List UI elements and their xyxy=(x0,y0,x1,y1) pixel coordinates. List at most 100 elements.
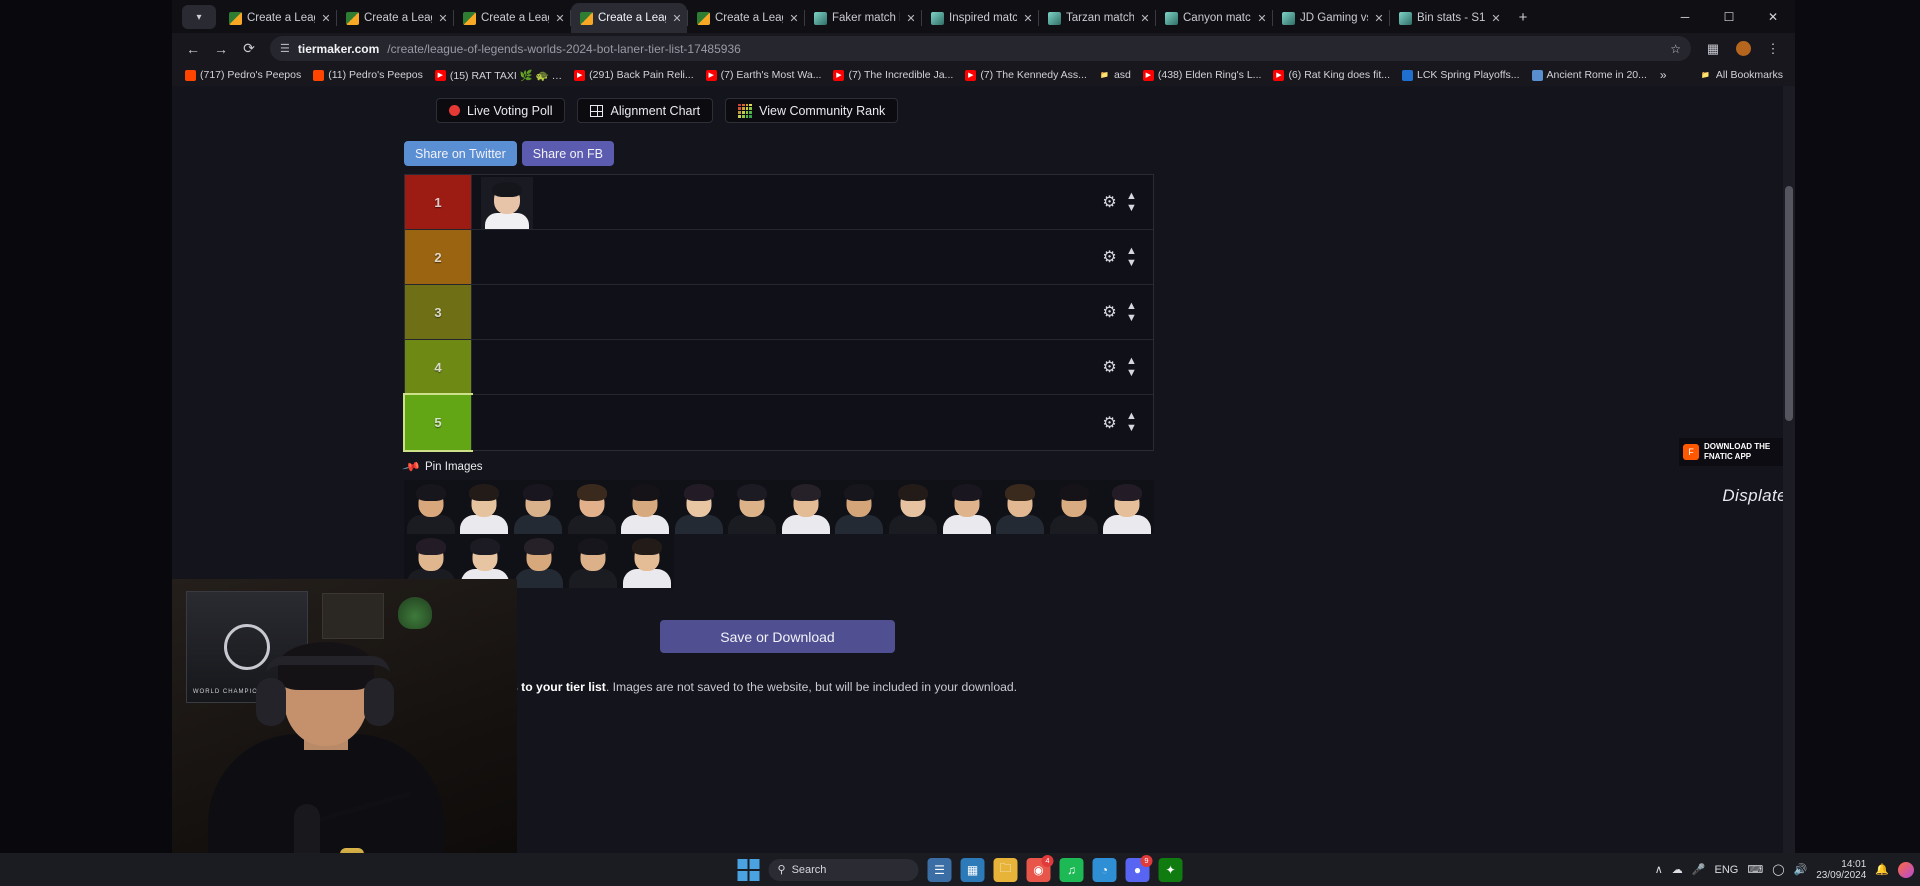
extensions-icon[interactable]: ▦ xyxy=(1699,36,1727,62)
tray-thumbnail[interactable] xyxy=(1047,480,1101,534)
bookmark-item[interactable]: ▶(291) Back Pain Reli... xyxy=(569,67,698,83)
chevron-up-icon[interactable]: ▲ xyxy=(1126,247,1137,256)
wifi-icon[interactable]: ◯ xyxy=(1772,863,1784,876)
share-on-twitter-button[interactable]: Share on Twitter xyxy=(404,141,517,166)
discord-icon[interactable]: ●9 xyxy=(1126,858,1150,882)
tier-row[interactable]: 3 ⚙ ▲ ▼ xyxy=(405,285,1153,340)
chevron-down-icon[interactable]: ▼ xyxy=(1126,204,1137,213)
save-or-download-button[interactable]: Save or Download xyxy=(660,620,895,653)
bookmark-item[interactable]: ▶(438) Elden Ring's L... xyxy=(1138,67,1267,83)
fnatic-ad[interactable]: F DOWNLOAD THE FNATIC APP xyxy=(1679,438,1791,466)
chevron-up-icon[interactable]: ▲ xyxy=(1126,302,1137,311)
tray-thumbnail[interactable] xyxy=(404,480,458,534)
tier-label[interactable]: 5 xyxy=(405,395,471,450)
tier-item-avatar[interactable] xyxy=(481,177,533,229)
share-on-fb-button[interactable]: Share on FB xyxy=(522,141,614,166)
site-settings-icon[interactable]: ☰ xyxy=(280,42,290,55)
microphone-icon[interactable]: 🎤 xyxy=(1692,863,1706,876)
tab-close-icon[interactable]: ✕ xyxy=(1022,12,1034,25)
address-bar[interactable]: ☰ tiermaker.com/create/league-of-legends… xyxy=(270,36,1691,61)
chevron-down-icon[interactable]: ▼ xyxy=(1126,369,1137,378)
browser-tab[interactable]: Create a Leagu✕ xyxy=(337,3,453,33)
tab-close-icon[interactable]: ✕ xyxy=(1139,12,1151,25)
gear-icon[interactable]: ⚙ xyxy=(1101,304,1118,321)
bookmark-item[interactable]: (11) Pedro's Peepos xyxy=(308,67,428,83)
minimize-button[interactable]: ─ xyxy=(1663,0,1707,33)
tab-close-icon[interactable]: ✕ xyxy=(554,12,566,25)
tray-thumbnail[interactable] xyxy=(886,480,940,534)
browser-tab[interactable]: Create a Leagu✕ xyxy=(454,3,570,33)
chevron-up-icon[interactable]: ▲ xyxy=(1126,412,1137,421)
browser-menu-icon[interactable]: ⋮ xyxy=(1759,36,1787,62)
browser-tab[interactable]: Inspired match✕ xyxy=(922,3,1038,33)
tab-close-icon[interactable]: ✕ xyxy=(1373,12,1385,25)
chrome-icon[interactable]: ◉4 xyxy=(1027,858,1051,882)
tray-thumbnail[interactable] xyxy=(779,480,833,534)
browser-tab[interactable]: Create a Leagu✕ xyxy=(571,3,687,33)
forward-button[interactable]: → xyxy=(208,36,234,62)
bookmark-item[interactable]: LCK Spring Playoffs... xyxy=(1397,67,1525,83)
bookmark-item[interactable]: ▶(7) The Kennedy Ass... xyxy=(960,67,1092,83)
task-view-icon[interactable]: ☰ xyxy=(928,858,952,882)
alignment-chart-button[interactable]: Alignment Chart xyxy=(577,98,713,123)
bookmark-item[interactable]: ▶(7) Earth's Most Wa... xyxy=(701,67,827,83)
tier-label[interactable]: 1 xyxy=(405,175,471,229)
reload-button[interactable]: ⟳ xyxy=(236,36,262,62)
tier-drop-zone[interactable] xyxy=(471,395,1085,450)
tier-label[interactable]: 4 xyxy=(405,340,471,394)
edge-icon[interactable]: ◔ xyxy=(1093,858,1117,882)
speaker-icon[interactable]: 🔊 xyxy=(1794,863,1808,876)
tray-expand-chevron-icon[interactable]: ∧ xyxy=(1655,863,1663,876)
keyboard-icon[interactable]: ⌨ xyxy=(1747,863,1763,876)
tray-thumbnail[interactable] xyxy=(725,480,779,534)
bookmarks-overflow-button[interactable]: » xyxy=(1654,68,1673,82)
spotify-icon[interactable]: ♫ xyxy=(1060,858,1084,882)
tab-close-icon[interactable]: ✕ xyxy=(671,12,683,25)
maximize-button[interactable]: ☐ xyxy=(1707,0,1751,33)
tier-row[interactable]: 1 ⚙ ▲ ▼ xyxy=(405,175,1153,230)
xbox-icon[interactable]: ✦ xyxy=(1159,858,1183,882)
all-bookmarks-button[interactable]: 📁 All Bookmarks xyxy=(1695,67,1787,83)
tray-thumbnail[interactable] xyxy=(458,480,512,534)
tier-label[interactable]: 3 xyxy=(405,285,471,339)
back-button[interactable]: ← xyxy=(180,36,206,62)
browser-tab[interactable]: JD Gaming vs l✕ xyxy=(1273,3,1389,33)
gear-icon[interactable]: ⚙ xyxy=(1101,414,1118,431)
chevron-up-icon[interactable]: ▲ xyxy=(1126,192,1137,201)
tray-thumbnail[interactable] xyxy=(511,480,565,534)
browser-tab[interactable]: Faker match li✕ xyxy=(805,3,921,33)
tray-thumbnail[interactable] xyxy=(1101,480,1155,534)
profile-icon[interactable] xyxy=(1729,36,1757,62)
tray-thumbnail[interactable] xyxy=(566,534,620,588)
bookmark-star-icon[interactable]: ☆ xyxy=(1670,42,1681,56)
tier-drop-zone[interactable] xyxy=(471,340,1085,394)
bookmark-item[interactable]: Ancient Rome in 20... xyxy=(1527,67,1652,83)
browser-tab[interactable]: Canyon match✕ xyxy=(1156,3,1272,33)
tab-close-icon[interactable]: ✕ xyxy=(320,12,332,25)
tier-row[interactable]: 4⚙▲▼ xyxy=(405,340,1153,395)
file-explorer-icon[interactable]: 🗀 xyxy=(994,858,1018,882)
tab-close-icon[interactable]: ✕ xyxy=(1256,12,1268,25)
bookmark-item[interactable]: ▶(6) Rat King does fit... xyxy=(1268,67,1395,83)
chevron-down-icon[interactable]: ▼ xyxy=(1126,259,1137,268)
chevron-down-icon[interactable]: ▼ xyxy=(1126,314,1137,323)
tray-thumbnail[interactable] xyxy=(993,480,1047,534)
cloud-icon[interactable]: ☁ xyxy=(1672,863,1683,876)
displate-ad[interactable]: Displate xyxy=(1722,486,1787,506)
new-tab-button[interactable]: + xyxy=(1510,4,1536,30)
view-community-rank-button[interactable]: View Community Rank xyxy=(725,98,898,123)
page-scrollbar-thumb[interactable] xyxy=(1785,186,1793,421)
page-scrollbar[interactable] xyxy=(1783,86,1795,860)
copilot-icon[interactable] xyxy=(1898,862,1914,878)
browser-tab[interactable]: Bin stats - S14✕ xyxy=(1390,3,1506,33)
tab-close-icon[interactable]: ✕ xyxy=(788,12,800,25)
tab-close-icon[interactable]: ✕ xyxy=(905,12,917,25)
chevron-up-icon[interactable]: ▲ xyxy=(1126,357,1137,366)
gear-icon[interactable]: ⚙ xyxy=(1101,194,1118,211)
live-voting-poll-button[interactable]: Live Voting Poll xyxy=(436,98,565,123)
browser-tab[interactable]: Create a Leagu✕ xyxy=(688,3,804,33)
tray-thumbnail[interactable] xyxy=(565,480,619,534)
tier-drop-zone[interactable] xyxy=(471,285,1085,339)
close-window-button[interactable]: ✕ xyxy=(1751,0,1795,33)
browser-tab[interactable]: Tarzan match l✕ xyxy=(1039,3,1155,33)
